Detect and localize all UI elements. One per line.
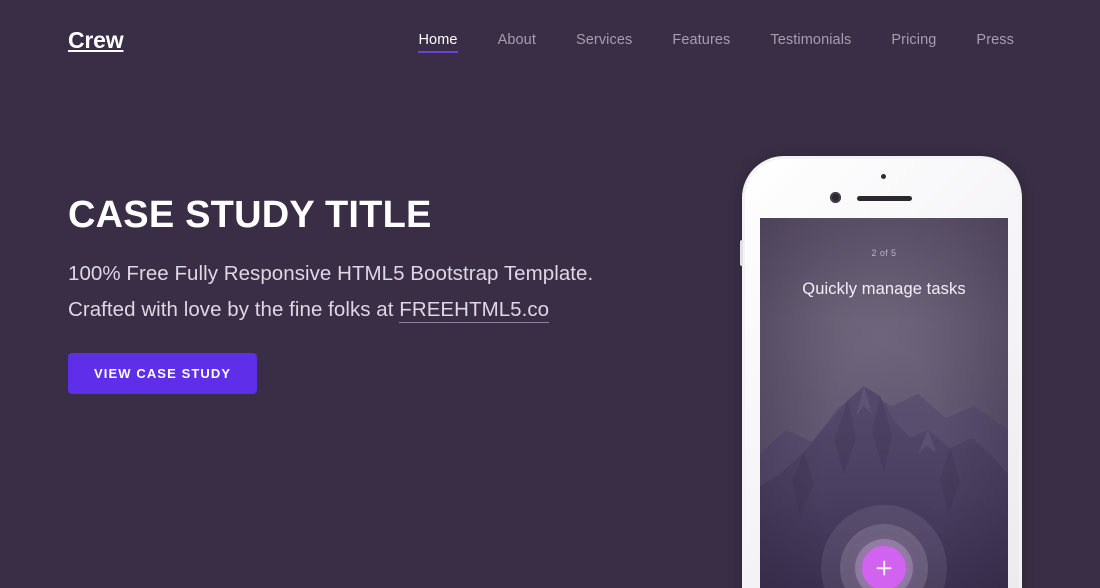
view-case-study-button[interactable]: View Case Study <box>68 352 258 394</box>
fab-pulse-rings <box>821 505 947 588</box>
nav-item-testimonials[interactable]: Testimonials <box>750 28 871 52</box>
hero-section: CASE STUDY TITLE 100% Free Fully Respons… <box>68 194 628 394</box>
nav-item-press[interactable]: Press <box>956 28 1022 52</box>
freehtml5-link[interactable]: FREEHTML5.co <box>399 298 550 324</box>
nav-item-pricing[interactable]: Pricing <box>871 28 956 52</box>
phone-camera-icon <box>830 192 841 203</box>
phone-mockup: 2 of 5 Quickly manage tasks <box>740 156 1022 588</box>
page-title: CASE STUDY TITLE <box>68 194 432 236</box>
site-header: Crew Home About Services Features Testim… <box>0 0 1100 80</box>
main-navigation: Home About Services Features Testimonial… <box>398 28 1032 53</box>
nav-item-about[interactable]: About <box>478 28 556 52</box>
phone-side-button <box>740 240 743 266</box>
nav-item-services[interactable]: Services <box>556 28 652 52</box>
brand-logo[interactable]: Crew <box>68 28 124 52</box>
screen-pager-indicator: 2 of 5 <box>871 248 897 258</box>
nav-item-features[interactable]: Features <box>652 28 750 52</box>
hero-description: 100% Free Fully Responsive HTML5 Bootstr… <box>68 256 628 329</box>
phone-screen: 2 of 5 Quickly manage tasks <box>760 218 1008 588</box>
nav-item-home[interactable]: Home <box>398 28 477 53</box>
plus-icon-button[interactable] <box>862 546 906 588</box>
phone-speaker-icon <box>857 196 912 201</box>
screen-headline: Quickly manage tasks <box>802 280 966 298</box>
phone-sensor-icon <box>881 174 886 179</box>
